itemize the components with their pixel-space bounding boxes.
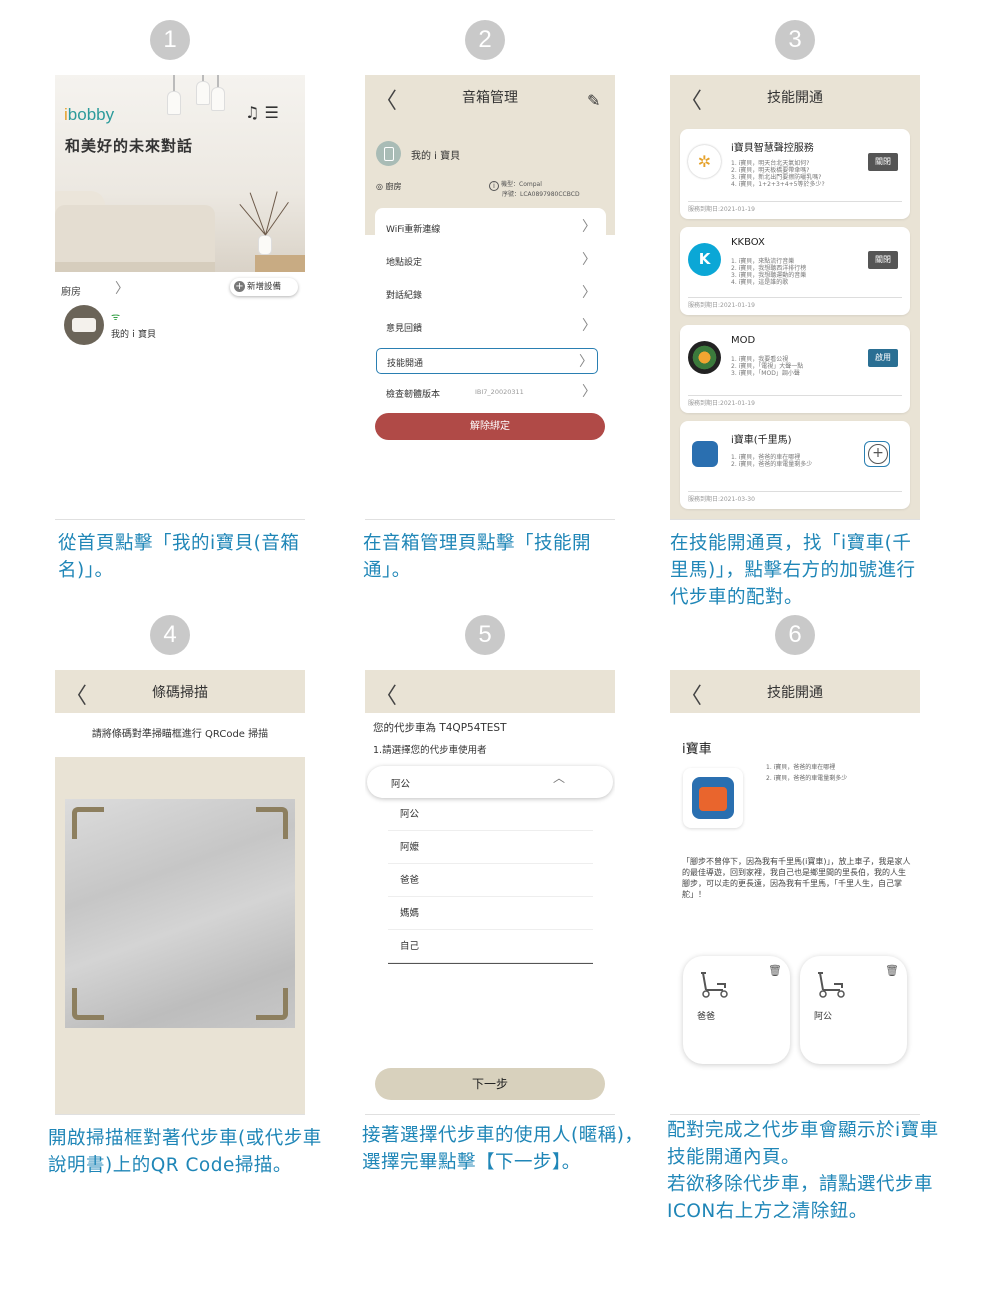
option-item[interactable]: 阿嬤: [388, 831, 593, 864]
chevron-right-icon: 〉: [582, 318, 596, 334]
mod-icon: [688, 341, 721, 374]
wifi-icon: ᯤ: [111, 312, 121, 323]
step-number-4: 4: [150, 615, 190, 655]
music-icon[interactable]: ♫: [245, 103, 259, 122]
skill-card-mod: MOD 1. i寶貝，我要看公視 2. i寶貝，「電視」大聲一點 3. i寶貝，「M…: [680, 325, 910, 413]
speaker-avatar-icon: [376, 141, 401, 166]
menu-icon[interactable]: ☰: [264, 103, 278, 122]
location-label: ◎ 廚房: [376, 182, 402, 191]
trash-icon[interactable]: 🗑: [768, 964, 782, 977]
chevron-right-icon: 〉: [579, 354, 593, 370]
page-title: 技能開通: [767, 685, 823, 701]
chevron-right-icon: 〉: [582, 219, 596, 235]
enable-button[interactable]: 啟用: [868, 349, 898, 367]
device-name[interactable]: 我的ｉ寶貝: [111, 327, 156, 340]
caption-step-5: 接著選擇代步車的使用人(暱稱)，選擇完畢點擊【下一步】。: [362, 1125, 644, 1173]
unbind-button[interactable]: 解除綁定: [375, 413, 605, 440]
disable-button[interactable]: 關閉: [868, 251, 898, 269]
room-selector[interactable]: 廚房: [61, 283, 81, 298]
trash-icon[interactable]: 🗑: [885, 964, 899, 977]
model-info: i 機型：Compal 序號：LCA0897980CCBCD: [489, 181, 580, 198]
location-pin-icon: ◎: [376, 182, 383, 191]
vehicle-card[interactable]: 🗑 爸爸: [683, 956, 790, 1064]
screen-ibaoche-skill: 〈 技能開通 i寶車 1. i寶貝，爸爸的車在哪裡 2. i寶貝，爸爸的車電量剩多…: [670, 670, 920, 1115]
speaker-device-icon[interactable]: [64, 305, 104, 345]
back-icon[interactable]: 〈: [375, 678, 397, 710]
caption-step-4: 開啟掃描框對著代步車(或代步車說明書)上的QR Code掃描。: [48, 1128, 322, 1176]
scan-corner-icon: [256, 807, 288, 839]
option-item[interactable]: 爸爸: [388, 864, 593, 897]
chevron-right-icon: 〉: [582, 285, 596, 301]
page-title: 條碼掃描: [152, 685, 208, 701]
kkbox-icon: K: [688, 243, 721, 276]
option-item[interactable]: 阿公: [388, 798, 593, 831]
option-item[interactable]: 媽媽: [388, 897, 593, 930]
chevron-right-icon: 〉: [582, 252, 596, 268]
add-device-button[interactable]: + 新增設備: [230, 278, 298, 296]
caption-step-6: 配對完成之代步車會顯示於i寶車技能開通內頁。 若欲移除代步車，請點選代步車ICO…: [667, 1120, 939, 1222]
caption-step-2: 在音箱管理頁點擊「技能開通」。: [363, 533, 592, 581]
bobby-logo: ibobby: [64, 105, 115, 124]
scan-corner-icon: [72, 988, 104, 1020]
nav-bar: 〈 技能開通: [670, 670, 920, 713]
chevron-right-icon: 〉: [582, 384, 596, 400]
skill-card-kkbox: K KKBOX 1. i寶貝，來點流行音樂 2. i寶貝，我想聽西洋排行榜 3. i…: [680, 227, 910, 315]
bobby-skill-icon: ✲: [688, 145, 721, 178]
screen-home: ibobby ♫ ☰ 和美好的未來對話 廚房 〉 + 新增設備 ᯤ 我的ｉ寶貝: [55, 75, 305, 520]
screen-speaker-management: 〈 音箱管理 ✎ 我的 i 寶貝 ◎ 廚房 i 機型：Compal 序號：LCA08…: [365, 75, 615, 520]
nav-bar: 〈 條碼掃描: [55, 670, 305, 713]
step-number-5: 5: [465, 615, 505, 655]
menu-item-skills[interactable]: 技能開通〉: [376, 348, 598, 374]
header-icons: ♫ ☰: [245, 103, 279, 122]
caption-step-3: 在技能開通頁，找「i寶車(千里馬)」，點擊右方的加號進行代步車的配對。: [670, 533, 916, 608]
nav-bar: 〈: [365, 670, 615, 713]
screen-skills: 〈 技能開通 ✲ i寶貝智慧聲控服務 1. i寶貝，明天台北天氣如何? 2. i寶…: [670, 75, 920, 520]
screen-barcode-scan: 〈 條碼掃描 請將條碼對準掃瞄框進行 QRCode 掃描: [55, 670, 305, 1115]
menu-item-firmware[interactable]: 檢查韌體版本 IBI7_20020311 〉: [375, 373, 606, 404]
menu-item-wifi[interactable]: WiFi重新連線〉: [375, 208, 606, 240]
scan-corner-icon: [256, 988, 288, 1020]
ibaoche-icon: [683, 768, 743, 828]
scan-corner-icon: [72, 807, 104, 839]
nav-bar: 〈 音箱管理: [365, 75, 615, 118]
chevron-up-icon: ︿: [553, 771, 566, 785]
vehicle-id-text: 您的代步車為 T4QP54TEST: [373, 722, 507, 734]
page-title: 音箱管理: [462, 90, 518, 106]
add-vehicle-button[interactable]: [864, 441, 890, 467]
step-number-6: 6: [775, 615, 815, 655]
info-icon: i: [489, 181, 499, 191]
scan-hint: 請將條碼對準掃瞄框進行 QRCode 掃描: [55, 713, 305, 757]
vehicle-card[interactable]: 🗑 阿公: [800, 956, 907, 1064]
select-user-prompt: 1.請選擇您的代步車使用者: [373, 745, 487, 756]
ibaoche-icon: [692, 441, 718, 467]
menu-item-feedback[interactable]: 意見回饋〉: [375, 307, 606, 339]
scooter-icon: [701, 972, 728, 998]
skill-commands: 1. i寶貝，爸爸的車在哪裡 2. i寶貝，爸爸的車電量剩多少: [766, 764, 848, 782]
plus-icon: +: [234, 281, 245, 292]
home-title: 和美好的未來對話: [65, 137, 194, 155]
nav-bar: 〈 技能開通: [670, 75, 920, 118]
page-title: 技能開通: [767, 90, 823, 106]
skill-card-voice: ✲ i寶貝智慧聲控服務 1. i寶貝，明天台北天氣如何? 2. i寶貝，明天板橋要…: [680, 129, 910, 219]
settings-menu: WiFi重新連線〉 地點設定〉 對話紀錄〉 意見回饋〉 技能開通〉 檢查韌體版本…: [375, 208, 606, 404]
skill-name: i寶車: [682, 742, 712, 757]
screen-select-user: 〈 您的代步車為 T4QP54TEST 1.請選擇您的代步車使用者 阿公 ︿ 阿…: [365, 670, 615, 1115]
option-item[interactable]: 自己: [388, 930, 593, 963]
step-number-1: 1: [150, 20, 190, 60]
speaker-name: 我的 i 寶貝: [411, 151, 461, 162]
scooter-icon: [818, 972, 845, 998]
chevron-right-icon[interactable]: 〉: [115, 278, 129, 298]
menu-item-history[interactable]: 對話紀錄〉: [375, 274, 606, 306]
user-options: 阿公 阿嬤 爸爸 媽媽 自己: [388, 798, 593, 964]
disable-button[interactable]: 關閉: [868, 153, 898, 171]
skill-card-ibaoche: i寶車(千里馬) 1. i寶貝，爸爸的車在哪裡 2. i寶貝，爸爸的車電量剩多少 …: [680, 421, 910, 509]
next-button[interactable]: 下一步: [375, 1068, 605, 1100]
skill-description: 「腳步不曾停下，因為我有千里馬(i寶車)」，放上車子，我是家人的最佳導遊，回到家…: [682, 857, 911, 899]
step-number-2: 2: [465, 20, 505, 60]
edit-icon[interactable]: ✎: [587, 91, 600, 110]
step-number-3: 3: [775, 20, 815, 60]
user-select[interactable]: 阿公 ︿: [367, 766, 613, 798]
caption-step-1: 從首頁點擊「我的i寶貝(音箱名)」。: [58, 533, 300, 581]
menu-item-location[interactable]: 地點設定〉: [375, 241, 606, 273]
